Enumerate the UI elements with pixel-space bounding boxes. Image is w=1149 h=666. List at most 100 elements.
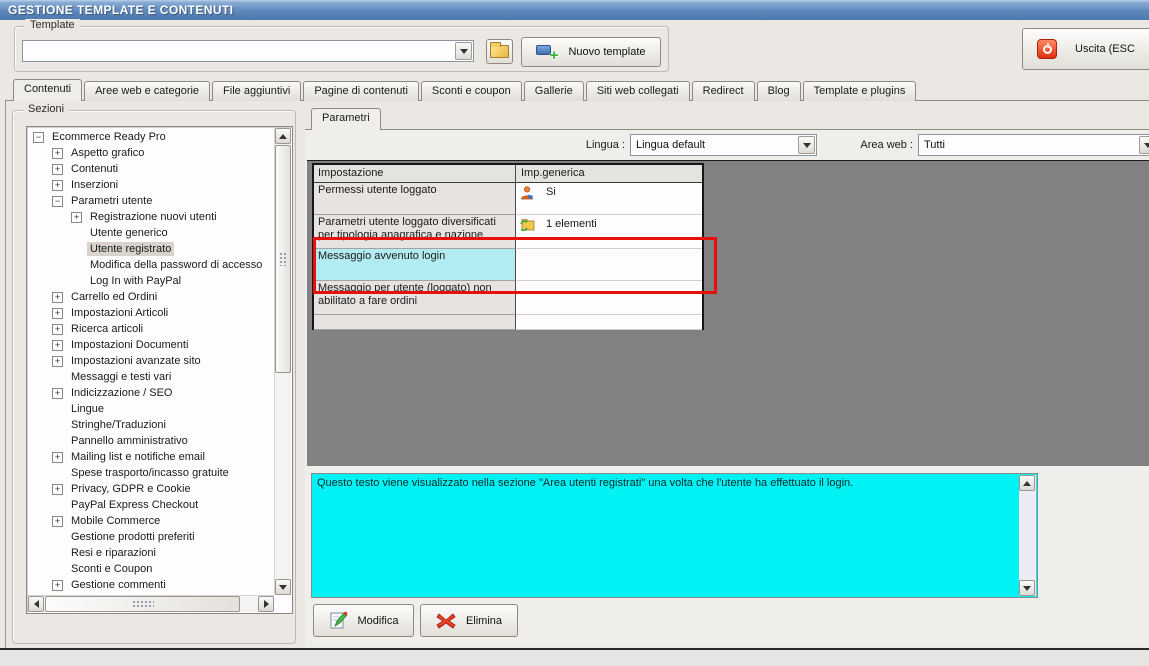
template-combobox-arrow[interactable] xyxy=(455,42,472,60)
description-textarea[interactable]: Questo testo viene visualizzato nella se… xyxy=(311,473,1038,598)
tree-item-label: Aspetto grafico xyxy=(71,147,145,159)
tree-item-contenuti[interactable]: + Contenuti xyxy=(27,161,274,177)
tree-horizontal-scrollbar[interactable] xyxy=(28,595,274,612)
description-scrollbar[interactable] xyxy=(1019,475,1036,596)
tree-item-indicizzazione-seo[interactable]: + Indicizzazione / SEO xyxy=(27,385,274,401)
tree-item-label: Impostazioni Documenti xyxy=(71,339,189,351)
template-combobox[interactable] xyxy=(22,40,474,62)
tree-item-registrazione-nuovi-utenti[interactable]: + Registrazione nuovi utenti xyxy=(27,209,274,225)
tree-item-label: Impostazioni avanzate sito xyxy=(71,355,201,367)
tree-item-resi-e-riparazioni[interactable]: Resi e riparazioni xyxy=(27,545,274,561)
tab-aree-web-e-categorie[interactable]: Aree web e categorie xyxy=(84,81,211,101)
arrow-up-icon xyxy=(1023,480,1031,486)
tree-item-gestione-commenti[interactable]: + Gestione commenti xyxy=(27,577,274,593)
scroll-down-button[interactable] xyxy=(275,579,291,595)
expand-icon[interactable]: + xyxy=(52,163,63,175)
scroll-right-button[interactable] xyxy=(258,596,274,612)
tab-parametri[interactable]: Parametri xyxy=(311,108,381,130)
tab-file-aggiuntivi[interactable]: File aggiuntivi xyxy=(212,81,302,101)
tab-contenuti[interactable]: Contenuti xyxy=(13,79,83,101)
thumb-grip-icon xyxy=(131,600,154,608)
tree-item-inserzioni[interactable]: + Inserzioni xyxy=(27,177,274,193)
collapse-icon[interactable]: − xyxy=(52,195,63,207)
expand-icon[interactable]: + xyxy=(52,515,63,527)
tree-item-paypal-express-checkout[interactable]: PayPal Express Checkout xyxy=(27,497,274,513)
expand-icon[interactable]: + xyxy=(52,339,63,351)
tree-item-stringhe-traduzioni[interactable]: Stringhe/Traduzioni xyxy=(27,417,274,433)
folder-icon xyxy=(490,42,509,58)
tree-item-log-in-with-paypal[interactable]: Log In with PayPal xyxy=(27,273,274,289)
tree-item-spese-trasporto-incasso-gratuite[interactable]: Spese trasporto/incasso gratuite xyxy=(27,465,274,481)
tab-gallerie[interactable]: Gallerie xyxy=(523,81,584,101)
thumb-grip-icon xyxy=(279,252,287,266)
tab-parametri-label: Parametri xyxy=(322,112,370,124)
tree-item-aspetto-grafico[interactable]: + Aspetto grafico xyxy=(27,145,274,161)
tab-blog[interactable]: Blog xyxy=(756,81,801,101)
tree-item-modifica-della-password-di-accesso[interactable]: Modifica della password di accesso xyxy=(27,257,274,273)
expand-icon[interactable]: + xyxy=(52,387,63,399)
exit-button[interactable]: Uscita (ESC xyxy=(1022,28,1149,70)
area-web-combobox-arrow[interactable] xyxy=(1139,136,1149,154)
tree-item-mailing-list-e-notifiche-email[interactable]: + Mailing list e notifiche email xyxy=(27,449,274,465)
tab-template-e-plugins[interactable]: Template e plugins xyxy=(802,81,917,101)
new-template-button[interactable]: + Nuovo template xyxy=(521,37,661,67)
scroll-up-button[interactable] xyxy=(275,128,291,144)
exit-button-label: Uscita (ESC xyxy=(1075,43,1135,55)
tab-pagine-di-contenuti[interactable]: Pagine di contenuti xyxy=(303,81,419,101)
open-template-button[interactable] xyxy=(486,39,513,64)
tree-item-utente-generico[interactable]: Utente generico xyxy=(27,225,274,241)
tree-item-label: Ecommerce Ready Pro xyxy=(52,131,166,143)
setting-value: Si xyxy=(546,186,556,198)
expand-icon[interactable]: + xyxy=(52,451,63,463)
expand-icon[interactable]: + xyxy=(52,307,63,319)
tree-item-label: Gestione prodotti preferiti xyxy=(71,531,195,543)
vertical-scroll-thumb[interactable] xyxy=(275,145,291,373)
scroll-down-button[interactable] xyxy=(1019,580,1035,596)
scroll-up-button[interactable] xyxy=(1019,475,1035,491)
column-header-impostazione[interactable]: Impostazione xyxy=(314,165,516,183)
column-header-imp-generica[interactable]: Imp.generica xyxy=(516,165,702,183)
tree-item-label: Mobile Commerce xyxy=(71,515,161,527)
tree-item-privacy-gdpr-e-cookie[interactable]: + Privacy, GDPR e Cookie xyxy=(27,481,274,497)
tree-item-gestione-prodotti-preferiti[interactable]: Gestione prodotti preferiti xyxy=(27,529,274,545)
tree-item-lingue[interactable]: Lingue xyxy=(27,401,274,417)
collapse-icon[interactable]: − xyxy=(33,131,44,143)
tree-item-impostazioni-articoli[interactable]: + Impostazioni Articoli xyxy=(27,305,274,321)
footer-strip xyxy=(0,650,1149,666)
tree-item-carrello-ed-ordini[interactable]: + Carrello ed Ordini xyxy=(27,289,274,305)
horizontal-scroll-thumb[interactable] xyxy=(45,596,240,612)
expand-icon[interactable]: + xyxy=(52,291,63,303)
lingua-combobox[interactable]: Lingua default xyxy=(630,134,817,156)
expand-icon[interactable]: + xyxy=(52,483,63,495)
table-row-permessi-utente-loggato[interactable]: Permessi utente loggato Si xyxy=(314,183,702,215)
tree-item-utente-registrato[interactable]: Utente registrato xyxy=(27,241,274,257)
tree-item-label: Spese trasporto/incasso gratuite xyxy=(71,467,229,479)
tree-item-pannello-amministrativo[interactable]: Pannello amministrativo xyxy=(27,433,274,449)
expand-icon[interactable]: + xyxy=(71,211,82,223)
tab-siti-web-collegati[interactable]: Siti web collegati xyxy=(585,81,690,101)
expand-icon[interactable]: + xyxy=(52,355,63,367)
scroll-left-button[interactable] xyxy=(28,596,44,612)
tree-item-sconti-e-coupon[interactable]: Sconti e Coupon xyxy=(27,561,274,577)
tree-item-mobile-commerce[interactable]: + Mobile Commerce xyxy=(27,513,274,529)
area-web-combobox[interactable]: Tutti xyxy=(918,134,1149,156)
expand-icon[interactable]: + xyxy=(52,579,63,591)
chevron-down-icon xyxy=(459,48,468,54)
tab-redirect[interactable]: Redirect xyxy=(691,81,755,101)
tab-sconti-e-coupon[interactable]: Sconti e coupon xyxy=(420,81,522,101)
expand-icon[interactable]: + xyxy=(52,179,63,191)
tree-item-ricerca-articoli[interactable]: + Ricerca articoli xyxy=(27,321,274,337)
tree-item-label: Modifica della password di accesso xyxy=(90,259,263,271)
expand-icon[interactable]: + xyxy=(52,323,63,335)
lingua-combobox-arrow[interactable] xyxy=(798,136,815,154)
tree-item-impostazioni-avanzate-sito[interactable]: + Impostazioni avanzate sito xyxy=(27,353,274,369)
tree-item-impostazioni-documenti[interactable]: + Impostazioni Documenti xyxy=(27,337,274,353)
tree-item-parametri-utente[interactable]: − Parametri utente xyxy=(27,193,274,209)
table-row-empty[interactable] xyxy=(314,315,702,330)
expand-icon[interactable]: + xyxy=(52,147,63,159)
modifica-button[interactable]: Modifica xyxy=(313,604,414,637)
tree-vertical-scrollbar[interactable] xyxy=(274,128,291,595)
tree-item-ecommerce-ready-pro[interactable]: − Ecommerce Ready Pro xyxy=(27,129,274,145)
elimina-button[interactable]: Elimina xyxy=(420,604,518,637)
tree-item-messaggi-e-testi-vari[interactable]: Messaggi e testi vari xyxy=(27,369,274,385)
